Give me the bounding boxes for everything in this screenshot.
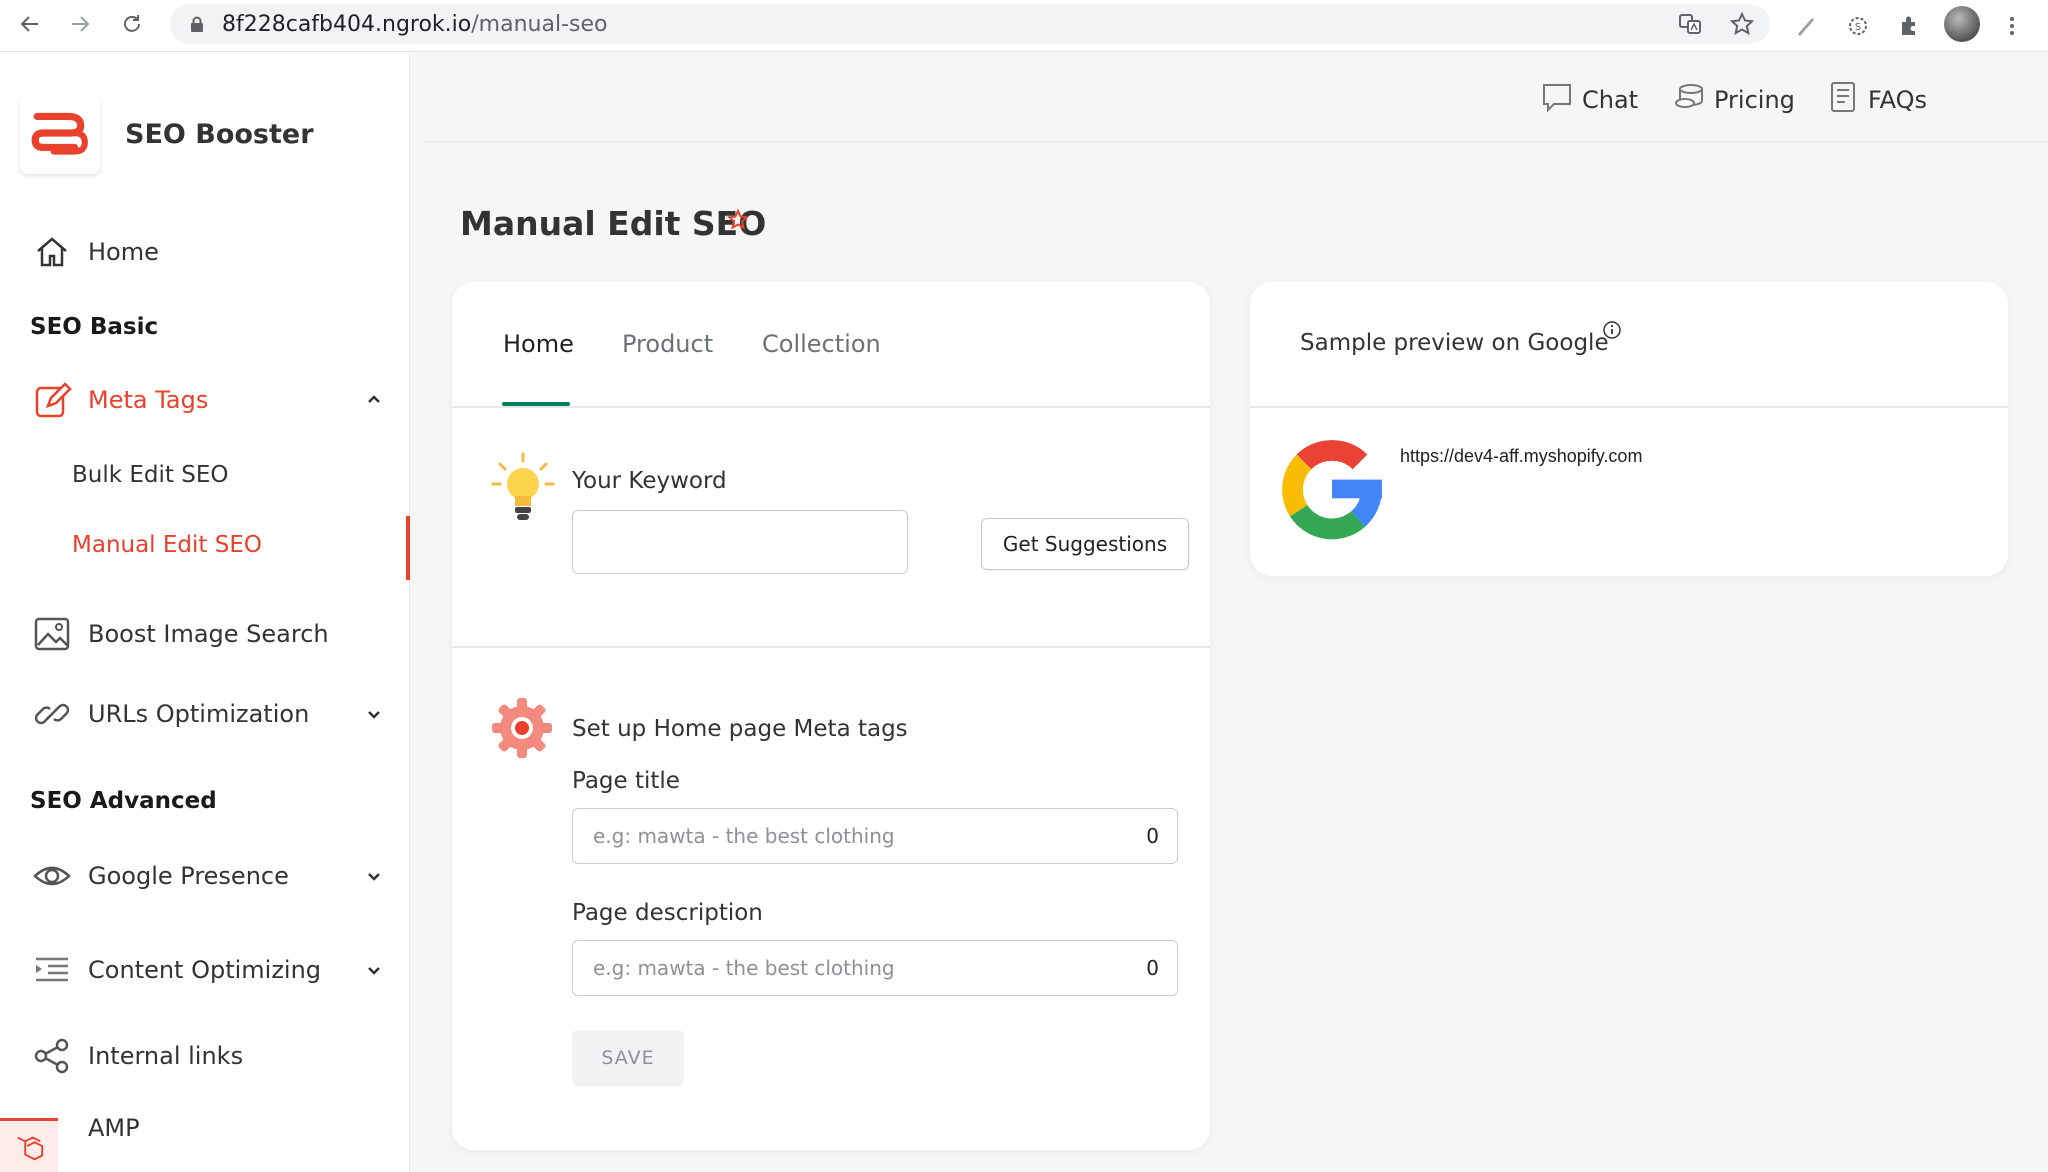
section-heading-seo-basic: SEO Basic (30, 314, 159, 340)
share-nodes-icon (30, 1034, 74, 1078)
chevron-down-icon[interactable] (362, 702, 386, 726)
sidebar-item-home[interactable]: Home (0, 222, 410, 282)
preview-divider (1250, 406, 2008, 408)
coins-stack-icon (1672, 80, 1706, 120)
chat-label: Chat (1582, 86, 1639, 114)
url-host: 8f228cafb404.ngrok.io (222, 12, 472, 37)
chevron-down-icon[interactable] (362, 958, 386, 982)
section-heading-seo-advanced: SEO Advanced (30, 788, 217, 814)
eye-icon (30, 854, 74, 898)
info-icon[interactable] (1602, 320, 1622, 340)
sidebar-item-content-optimizing[interactable]: Content Optimizing (0, 940, 410, 1000)
page-description-input[interactable]: e.g: mawta - the best clothing 0 (572, 940, 1178, 996)
pricing-link[interactable]: Pricing (1672, 80, 1795, 120)
edit-note-icon (30, 378, 74, 422)
active-tab-indicator (502, 402, 570, 406)
url-path: /manual-seo (471, 12, 608, 37)
tab-collection[interactable]: Collection (762, 330, 881, 358)
sidebar-item-boost-image-search[interactable]: Boost Image Search (0, 604, 410, 664)
sidebar-item-label: AMP (88, 1114, 140, 1142)
get-suggestions-button[interactable]: Get Suggestions (981, 518, 1189, 570)
tab-home[interactable]: Home (503, 330, 574, 358)
forward-button[interactable] (62, 8, 98, 44)
sidebar-item-meta-tags[interactable]: Meta Tags (0, 370, 410, 430)
sidebar-item-label: Boost Image Search (88, 620, 329, 648)
address-bar[interactable]: 8f228cafb404.ngrok.io/manual-seo (170, 4, 1770, 44)
active-indicator (406, 516, 410, 580)
puzzle-extensions-icon[interactable] (1892, 8, 1928, 44)
reload-button[interactable] (114, 8, 150, 44)
page-title-char-count: 0 (1146, 824, 1159, 848)
arrow-right-icon (68, 12, 92, 40)
profile-avatar[interactable] (1944, 6, 1980, 42)
keyword-label: Your Keyword (572, 468, 727, 494)
chevron-down-icon[interactable] (362, 864, 386, 888)
seo-booster-logo-icon (31, 112, 88, 155)
gear-settings-icon (490, 696, 554, 760)
page-title-placeholder: e.g: mawta - the best clothing (593, 824, 895, 848)
sidebar-item-urls-optimization[interactable]: URLs Optimization (0, 684, 410, 744)
sidebar-item-label: URLs Optimization (88, 700, 310, 728)
laravel-badge-icon[interactable] (0, 1118, 58, 1172)
chevron-up-icon[interactable] (362, 388, 386, 412)
document-list-icon (1826, 80, 1860, 120)
image-icon (30, 612, 74, 656)
pen-extension-icon[interactable] (1788, 8, 1824, 44)
sidebar-item-label: Content Optimizing (88, 956, 322, 984)
keyword-input[interactable] (572, 510, 908, 574)
meta-section-title: Set up Home page Meta tags (572, 716, 908, 742)
sidebar-item-label: Internal links (88, 1042, 244, 1070)
browser-toolbar: 8f228cafb404.ngrok.io/manual-seo S (0, 0, 2048, 52)
arrow-left-icon (18, 12, 42, 40)
list-indent-icon (30, 948, 74, 992)
lock-icon (188, 15, 206, 33)
url-text: 8f228cafb404.ngrok.io/manual-seo (222, 12, 607, 37)
faqs-link[interactable]: FAQs (1826, 80, 1927, 120)
page-title: Manual Edit SEO (460, 204, 767, 243)
top-header: Chat Pricing FAQs (420, 52, 2048, 142)
faqs-label: FAQs (1868, 86, 1927, 114)
link-icon (30, 692, 74, 736)
page-description-placeholder: e.g: mawta - the best clothing (593, 956, 895, 980)
tab-product[interactable]: Product (622, 330, 713, 358)
sidebar-item-amp[interactable]: AMP (0, 1098, 410, 1158)
page-title-label: Page title (572, 768, 680, 794)
chat-link[interactable]: Chat (1540, 80, 1638, 120)
page-title-input[interactable]: e.g: mawta - the best clothing 0 (572, 808, 1178, 864)
save-button[interactable]: SAVE (572, 1030, 684, 1086)
sidebar-item-label: Google Presence (88, 862, 289, 890)
page-description-char-count: 0 (1146, 956, 1159, 980)
sidebar-item-label: Meta Tags (88, 386, 209, 414)
section-divider (452, 646, 1210, 648)
google-preview-card: Sample preview on Google https://dev4-af… (1250, 282, 2008, 576)
sidebar: SEO Booster Home SEO Basic Meta Tags Bul… (0, 52, 410, 1172)
sidebar-item-label: Home (88, 238, 159, 266)
brand-name: SEO Booster (125, 119, 314, 150)
chat-bubble-icon (1540, 80, 1574, 120)
pricing-label: Pricing (1714, 86, 1795, 114)
google-g-logo-icon (1280, 438, 1384, 542)
manual-edit-card: Home Product Collection Your Keyword Get… (452, 282, 1210, 1150)
svg-text:S: S (1855, 22, 1861, 33)
home-icon (30, 230, 74, 274)
favorite-star-icon[interactable] (726, 208, 750, 232)
translate-icon[interactable] (1672, 6, 1708, 42)
reload-icon (120, 12, 144, 40)
page-description-label: Page description (572, 900, 763, 926)
brand-logo[interactable] (20, 94, 100, 174)
kebab-menu-icon[interactable] (1994, 8, 2030, 44)
back-button[interactable] (12, 8, 48, 44)
sidebar-subitem-manual-edit-seo[interactable]: Manual Edit SEO (72, 532, 262, 558)
bookmark-star-icon[interactable] (1724, 6, 1760, 42)
sidebar-subitem-bulk-edit-seo[interactable]: Bulk Edit SEO (72, 462, 228, 488)
sidebar-item-google-presence[interactable]: Google Presence (0, 846, 410, 906)
preview-title: Sample preview on Google (1300, 330, 1609, 356)
tab-bar: Home Product Collection (452, 282, 1210, 408)
seo-extension-icon[interactable]: S (1840, 8, 1876, 44)
lightbulb-icon (490, 452, 556, 532)
preview-url[interactable]: https://dev4-aff.myshopify.com (1400, 446, 1642, 467)
sidebar-item-internal-links[interactable]: Internal links (0, 1026, 410, 1086)
